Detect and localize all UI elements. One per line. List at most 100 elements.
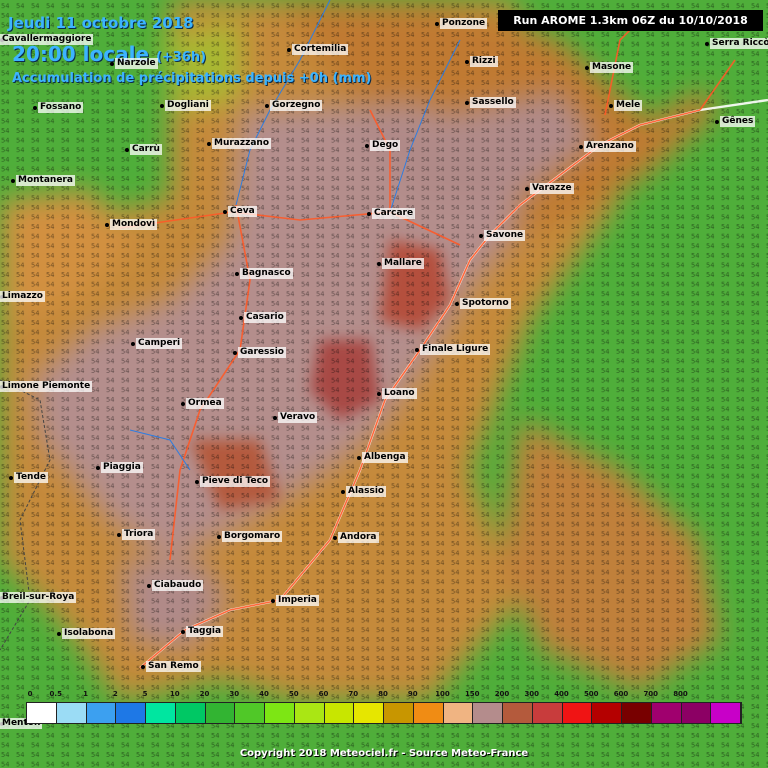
- legend-swatch: [503, 703, 533, 723]
- city-dot: [235, 272, 239, 276]
- city-label: Limone Piemonte: [0, 381, 93, 392]
- city-dot: [181, 630, 185, 634]
- legend-swatch: [205, 703, 236, 723]
- legend-swatch: [562, 703, 593, 723]
- legend-swatch: [592, 703, 622, 723]
- city-label: Finale Ligure: [420, 344, 491, 355]
- city-dot: [333, 536, 337, 540]
- city-label: Gorzegno: [270, 100, 323, 111]
- city-dot: [455, 302, 459, 306]
- city-label: Isolabona: [62, 628, 116, 639]
- color-legend: [26, 702, 742, 724]
- city-dot: [377, 392, 381, 396]
- city-dot: [579, 145, 583, 149]
- legend-level: 400: [554, 690, 569, 698]
- legend-level: 30: [229, 690, 240, 698]
- city-dot: [239, 316, 243, 320]
- city-label: Fossano: [38, 102, 84, 113]
- city-label: Garessio: [238, 347, 286, 358]
- city-label: Dogliani: [165, 100, 211, 111]
- city-label: Varazze: [530, 183, 574, 194]
- legend-swatch: [711, 703, 741, 723]
- city-label: Bagnasco: [240, 268, 293, 279]
- city-label: Ponzone: [440, 18, 488, 29]
- city-label: Tende: [14, 472, 49, 483]
- city-label: Carcare: [372, 208, 416, 219]
- city-label: Savone: [484, 230, 526, 241]
- city-label: Camperi: [136, 338, 183, 349]
- city-label: Andora: [338, 532, 379, 543]
- city-label: Piaggia: [101, 462, 143, 473]
- legend-level: 200: [494, 690, 510, 698]
- city-label: Serra Riccò: [710, 38, 768, 49]
- city-label: Cortemilia: [292, 44, 349, 55]
- legend-swatch: [146, 703, 176, 723]
- legend-level: 800: [673, 690, 688, 698]
- city-label: Gênes: [720, 116, 756, 127]
- city-dot: [181, 402, 185, 406]
- legend-swatch: [354, 703, 384, 723]
- city-label: Casario: [244, 312, 286, 323]
- city-label: Mele: [614, 100, 643, 111]
- city-label: Borgomaro: [222, 531, 283, 542]
- city-dot: [33, 106, 37, 110]
- city-label: Ormea: [186, 398, 224, 409]
- city-dot: [367, 212, 371, 216]
- forecast-time: 20:00 locale (+36h): [12, 42, 206, 66]
- city-dot: [265, 104, 269, 108]
- city-dot: [357, 456, 361, 460]
- city-label: Ciabaudo: [152, 580, 204, 591]
- city-label: Carrù: [130, 144, 162, 155]
- legend-level: 2: [112, 690, 118, 698]
- legend-level: 70: [348, 690, 359, 698]
- legend-level: 600: [613, 690, 629, 698]
- city-dot: [57, 632, 61, 636]
- city-dot: [465, 60, 469, 64]
- city-dot: [233, 351, 237, 355]
- city-dot: [585, 66, 589, 70]
- legend-swatch: [324, 703, 355, 723]
- city-label: Triora: [122, 529, 156, 540]
- legend-level: 5: [142, 690, 148, 698]
- city-label: Montanera: [16, 175, 75, 186]
- city-dot: [11, 179, 15, 183]
- legend-swatch: [86, 703, 117, 723]
- legend-swatch: [175, 703, 206, 723]
- city-label: Dego: [370, 140, 401, 151]
- legend-swatch: [622, 703, 652, 723]
- legend-swatch: [56, 703, 87, 723]
- city-label: Arenzano: [584, 141, 636, 152]
- city-dot: [160, 104, 164, 108]
- legend-swatch: [265, 703, 295, 723]
- legend-level: 90: [407, 690, 418, 698]
- legend-swatch: [384, 703, 414, 723]
- city-label: Masone: [590, 62, 634, 73]
- legend-level: 10: [169, 690, 180, 698]
- legend-level: 60: [318, 690, 329, 698]
- city-label: Mallare: [382, 258, 424, 269]
- city-dot: [377, 262, 381, 266]
- legend-swatch: [532, 703, 563, 723]
- legend-swatch: [681, 703, 712, 723]
- legend-level: 40: [259, 690, 269, 698]
- city-label: Loano: [382, 388, 417, 399]
- city-dot: [9, 476, 13, 480]
- city-dot: [609, 104, 613, 108]
- city-label: Spotorno: [460, 298, 511, 309]
- city-dot: [141, 665, 145, 669]
- city-dot: [223, 210, 227, 214]
- city-dot: [525, 187, 529, 191]
- city-label: Veravo: [278, 412, 318, 423]
- city-label: Narzole: [115, 58, 158, 69]
- legend-swatch: [443, 703, 474, 723]
- city-dot: [96, 466, 100, 470]
- city-dot: [715, 120, 719, 124]
- city-dot: [479, 234, 483, 238]
- city-label: Alassio: [346, 486, 387, 497]
- city-dot: [207, 142, 211, 146]
- city-label: Sassello: [470, 97, 516, 108]
- legend-level: 20: [199, 690, 210, 698]
- time-offset: (+36h): [155, 50, 207, 65]
- field-title: Accumulation de précipitations depuis +0…: [12, 71, 372, 86]
- city-label: Breil-sur-Roya: [0, 592, 77, 603]
